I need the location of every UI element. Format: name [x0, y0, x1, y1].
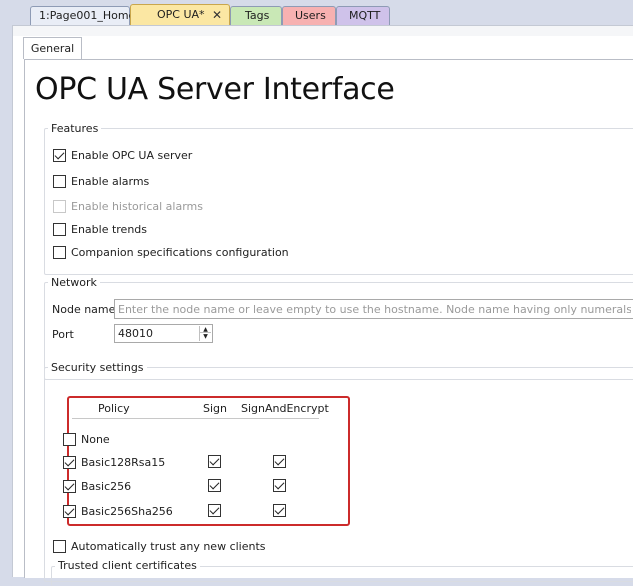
enable-historical-alarms-checkbox: [53, 199, 66, 213]
node-name-input[interactable]: [114, 299, 633, 319]
tab-page001-home[interactable]: 1:Page001_Home: [30, 6, 135, 25]
tab-tags[interactable]: Tags: [230, 6, 282, 25]
tab-users[interactable]: Users: [282, 6, 336, 25]
spin-down-icon[interactable]: ▼: [200, 333, 211, 340]
tab-label: OPC UA*: [157, 8, 205, 21]
checkbox-label: Enable trends: [71, 222, 148, 236]
policy-basic256sha256-checkbox[interactable]: [63, 504, 76, 518]
enable-historical-alarms-row: Enable historical alarms: [53, 198, 203, 214]
sign-encrypt-column-header: SignAndEncrypt: [241, 402, 329, 415]
port-label: Port: [52, 328, 74, 341]
policy-label: Basic256Sha256: [81, 504, 173, 518]
tab-label: MQTT: [349, 9, 381, 22]
tab-label: 1:Page001_Home: [39, 9, 136, 22]
network-title: Network: [48, 276, 100, 289]
auto-trust-row[interactable]: Automatically trust any new clients: [53, 538, 266, 554]
node-name-label: Node name: [52, 303, 116, 316]
security-title: Security settings: [48, 361, 147, 374]
checkbox-label: Automatically trust any new clients: [71, 539, 266, 553]
policy-label: Basic128Rsa15: [81, 455, 166, 469]
features-title: Features: [48, 122, 102, 135]
checkbox-label: Enable historical alarms: [71, 199, 203, 213]
policy-row-basic256sha256[interactable]: Basic256Sha256: [63, 503, 173, 519]
enable-trends-checkbox[interactable]: [53, 222, 66, 236]
tab-label: Tags: [245, 9, 270, 22]
policy-label: Basic256: [81, 479, 132, 493]
policy-basic256-checkbox[interactable]: [63, 479, 76, 493]
basic256-encrypt-checkbox[interactable]: [273, 479, 286, 492]
policy-row-basic128rsa15[interactable]: Basic128Rsa15: [63, 454, 165, 470]
page-title: OPC UA Server Interface: [35, 72, 395, 107]
basic128rsa15-sign-checkbox[interactable]: [208, 455, 221, 468]
checkbox-label: Enable alarms: [71, 174, 150, 188]
table-header-divider: [72, 418, 319, 419]
document-tab-strip: 1:Page001_Home Tags Users MQTT OPC UA* ✕: [0, 0, 633, 25]
checkbox-label: Enable OPC UA server: [71, 148, 193, 162]
port-spin-buttons: ▲ ▼: [199, 326, 211, 341]
trusted-certs-title: Trusted client certificates: [55, 559, 200, 572]
policy-row-none[interactable]: None: [63, 431, 110, 447]
basic256sha256-encrypt-checkbox[interactable]: [273, 504, 286, 517]
policy-label: None: [81, 432, 110, 446]
enable-opcua-server-checkbox[interactable]: [53, 148, 66, 162]
tab-opc-ua[interactable]: OPC UA* ✕: [130, 4, 230, 25]
settings-content: OPC UA Server Interface Features Enable …: [24, 59, 633, 586]
tab-label: Users: [295, 9, 326, 22]
enable-trends-row[interactable]: Enable trends: [53, 221, 147, 237]
enable-alarms-row[interactable]: Enable alarms: [53, 173, 149, 189]
port-spinbox[interactable]: 48010 ▲ ▼: [114, 324, 213, 343]
policy-row-basic256[interactable]: Basic256: [63, 478, 131, 494]
policy-none-checkbox[interactable]: [63, 432, 76, 446]
companion-specs-row[interactable]: Companion specifications configuration: [53, 244, 289, 260]
frame-topbar: [13, 26, 633, 36]
basic128rsa15-encrypt-checkbox[interactable]: [273, 455, 286, 468]
close-icon[interactable]: ✕: [212, 5, 222, 25]
enable-alarms-checkbox[interactable]: [53, 174, 66, 188]
companion-specs-checkbox[interactable]: [53, 245, 66, 259]
checkbox-label: Companion specifications configuration: [71, 245, 289, 259]
policy-basic128rsa15-checkbox[interactable]: [63, 455, 76, 469]
spin-up-icon[interactable]: ▲: [200, 326, 211, 333]
editor-frame: General OPC UA Server Interface Features…: [12, 25, 633, 586]
basic256sha256-sign-checkbox[interactable]: [208, 504, 221, 517]
tab-mqtt[interactable]: MQTT: [336, 6, 390, 25]
sign-column-header: Sign: [203, 402, 227, 415]
enable-opcua-server-row[interactable]: Enable OPC UA server: [53, 147, 192, 163]
tab-general[interactable]: General: [23, 37, 82, 59]
auto-trust-checkbox[interactable]: [53, 539, 66, 553]
port-value: 48010: [118, 327, 153, 340]
basic256-sign-checkbox[interactable]: [208, 479, 221, 492]
policy-column-header: Policy: [98, 402, 130, 415]
